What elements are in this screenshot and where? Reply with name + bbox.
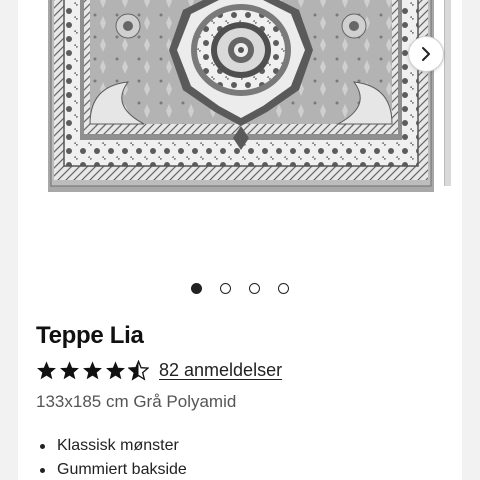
star-half-icon <box>128 359 149 381</box>
star-full-icon <box>60 360 79 379</box>
gallery-dot-4[interactable] <box>278 283 289 294</box>
image-gallery[interactable] <box>18 0 462 270</box>
next-image-preview <box>444 0 451 186</box>
reviews-link[interactable]: 82 anmeldelser <box>159 360 282 381</box>
bullet-icon <box>40 443 45 449</box>
chevron-right-icon <box>422 47 430 61</box>
list-item: Klassisk mønster <box>36 434 187 458</box>
gallery-dot-3[interactable] <box>249 283 260 294</box>
feature-list: Klassisk mønster Gummiert bakside <box>36 434 187 480</box>
feature-text: Gummiert bakside <box>57 461 187 478</box>
rating-row: 82 anmeldelser <box>36 356 282 384</box>
gallery-pagination <box>18 283 462 295</box>
gallery-dot-1[interactable] <box>191 283 202 294</box>
feature-text: Klassisk mønster <box>57 437 179 454</box>
star-full-icon <box>37 360 56 379</box>
gallery-dot-2[interactable] <box>220 283 231 294</box>
product-title: Teppe Lia <box>36 322 144 349</box>
rug-image <box>48 0 434 192</box>
next-image-button[interactable] <box>408 36 444 72</box>
list-item: Gummiert bakside <box>36 458 187 480</box>
star-rating <box>36 359 149 381</box>
bullet-icon <box>40 467 45 473</box>
product-description: 133x185 cm Grå Polyamid <box>36 392 237 411</box>
star-full-icon <box>106 360 125 379</box>
star-full-icon <box>83 360 102 379</box>
product-card: Teppe Lia 82 anmeldelser 133x185 cm Grå … <box>18 0 462 480</box>
